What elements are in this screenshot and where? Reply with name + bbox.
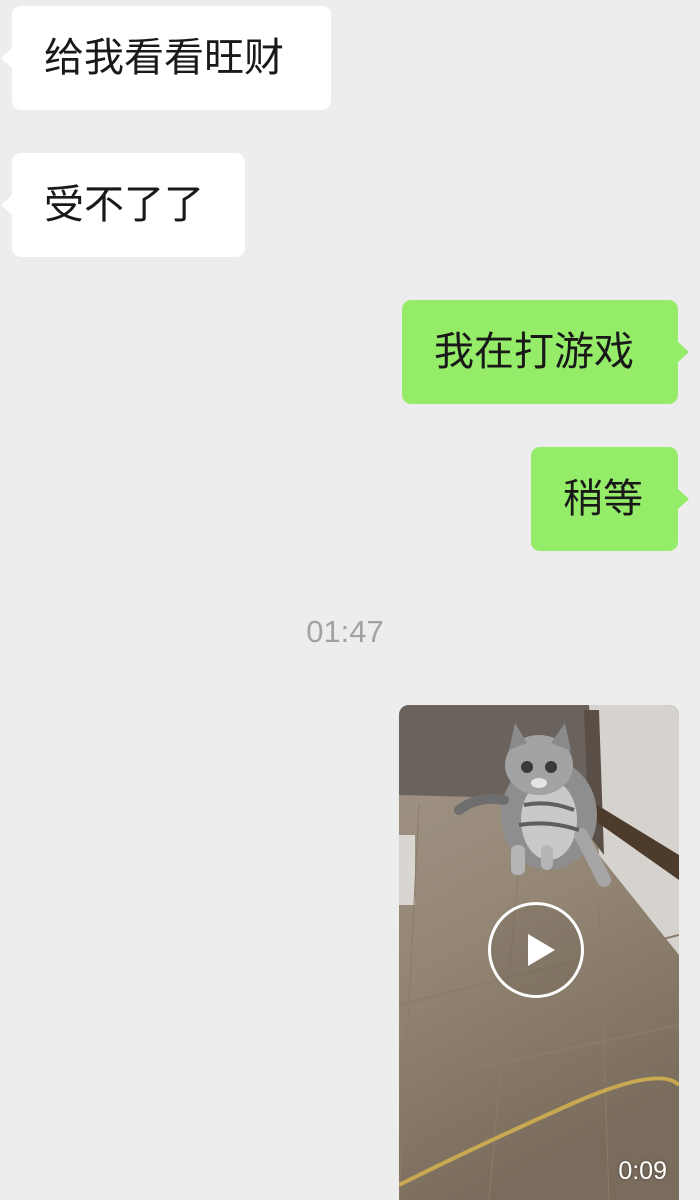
- message-text: 给我看看旺财: [44, 35, 284, 81]
- chat-area: 给我看看旺财 受不了了 我在打游戏 稍等 01:47 0:09: [0, 0, 700, 1200]
- message-text: 受不了了: [44, 182, 204, 228]
- message-bubble-outgoing[interactable]: 我在打游戏: [402, 300, 689, 404]
- message-bubble-incoming[interactable]: 给我看看旺财: [1, 6, 331, 110]
- video-duration: 0:09: [618, 1157, 667, 1185]
- bubble-tail: [677, 488, 689, 510]
- message-bubble-incoming[interactable]: 受不了了: [1, 153, 245, 257]
- video-message[interactable]: 0:09: [399, 705, 679, 1200]
- message-timestamp: 01:47: [306, 614, 384, 649]
- play-icon: [528, 934, 555, 966]
- bubble-tail: [1, 194, 13, 216]
- message-text: 我在打游戏: [434, 329, 634, 375]
- bubble-tail: [1, 47, 13, 69]
- message-text: 稍等: [563, 476, 643, 522]
- play-button[interactable]: [488, 902, 584, 998]
- message-bubble-outgoing[interactable]: 稍等: [531, 447, 689, 551]
- bubble-tail: [677, 341, 689, 363]
